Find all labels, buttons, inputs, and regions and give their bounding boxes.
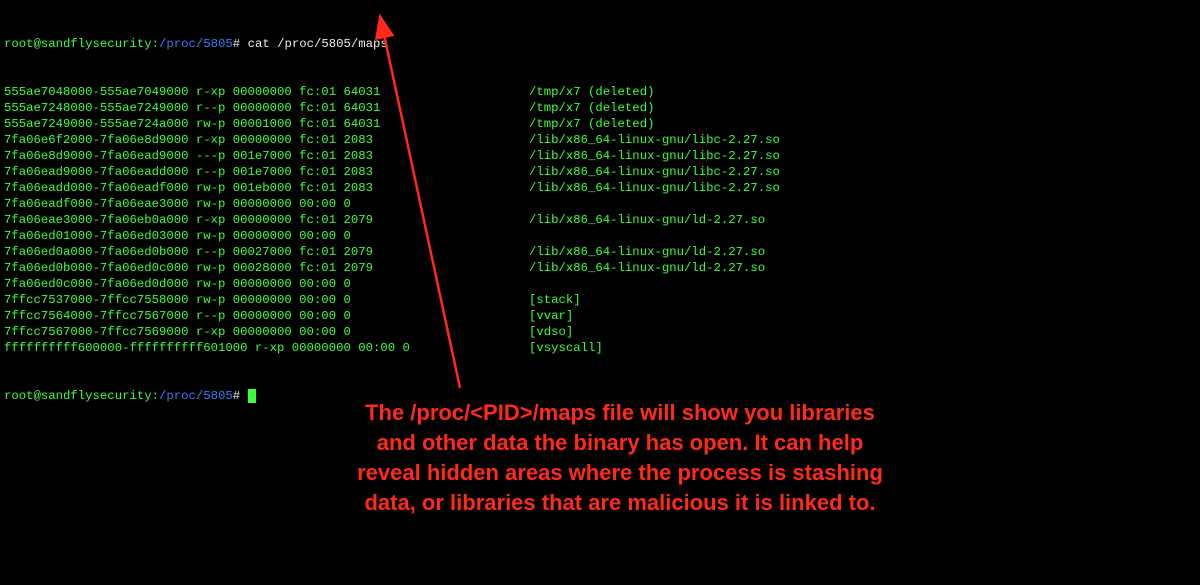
- maps-row-left: 7fa06ed01000-7fa06ed03000 rw-p 00000000 …: [4, 228, 529, 244]
- maps-row: 7fa06e8d9000-7fa06ead9000 ---p 001e7000 …: [4, 148, 1196, 164]
- maps-row-right: /lib/x86_64-linux-gnu/libc-2.27.so: [529, 165, 780, 179]
- maps-row-left: 7fa06eadd000-7fa06eadf000 rw-p 001eb000 …: [4, 180, 529, 196]
- maps-row: 7fa06ed0b000-7fa06ed0c000 rw-p 00028000 …: [4, 260, 1196, 276]
- maps-row-left: 7fa06ead9000-7fa06eadd000 r--p 001e7000 …: [4, 164, 529, 180]
- maps-row: 7ffcc7564000-7ffcc7567000 r--p 00000000 …: [4, 308, 1196, 324]
- maps-row-right: [vsyscall]: [529, 341, 603, 355]
- maps-row-left: 7fa06e6f2000-7fa06e8d9000 r-xp 00000000 …: [4, 132, 529, 148]
- prompt-line-1: root@sandflysecurity:/proc/5805# cat /pr…: [4, 36, 1196, 52]
- maps-row-left: 7fa06ed0b000-7fa06ed0c000 rw-p 00028000 …: [4, 260, 529, 276]
- prompt-path: /proc/5805: [159, 389, 233, 403]
- maps-row: 7fa06ed0a000-7fa06ed0b000 r--p 00027000 …: [4, 244, 1196, 260]
- maps-row-right: /lib/x86_64-linux-gnu/ld-2.27.so: [529, 261, 765, 275]
- maps-row-right: /tmp/x7 (deleted): [529, 117, 654, 131]
- maps-row: 7fa06ead9000-7fa06eadd000 r--p 001e7000 …: [4, 164, 1196, 180]
- maps-row: 7fa06e6f2000-7fa06e8d9000 r-xp 00000000 …: [4, 132, 1196, 148]
- maps-row-right: /tmp/x7 (deleted): [529, 101, 654, 115]
- prompt-user: root@sandflysecurity: [4, 389, 152, 403]
- annotation-text: The /proc/<PID>/maps file will show you …: [345, 398, 895, 518]
- maps-row: 7fa06eae3000-7fa06eb0a000 r-xp 00000000 …: [4, 212, 1196, 228]
- maps-row-left: 7ffcc7567000-7ffcc7569000 r-xp 00000000 …: [4, 324, 529, 340]
- maps-row-right: /lib/x86_64-linux-gnu/ld-2.27.so: [529, 213, 765, 227]
- maps-row: 7fa06eadd000-7fa06eadf000 rw-p 001eb000 …: [4, 180, 1196, 196]
- maps-row-right: [vvar]: [529, 309, 573, 323]
- maps-row-right: /lib/x86_64-linux-gnu/ld-2.27.so: [529, 245, 765, 259]
- prompt-sep: :: [152, 389, 159, 403]
- terminal-output: root@sandflysecurity:/proc/5805# cat /pr…: [0, 0, 1200, 420]
- maps-row-left: 7fa06eadf000-7fa06eae3000 rw-p 00000000 …: [4, 196, 529, 212]
- maps-row: ffffffffff600000-ffffffffff601000 r-xp 0…: [4, 340, 1196, 356]
- maps-row-right: /lib/x86_64-linux-gnu/libc-2.27.so: [529, 149, 780, 163]
- maps-row-left: 7fa06eae3000-7fa06eb0a000 r-xp 00000000 …: [4, 212, 529, 228]
- maps-row: 7ffcc7537000-7ffcc7558000 rw-p 00000000 …: [4, 292, 1196, 308]
- maps-row-right: [stack]: [529, 293, 581, 307]
- maps-row-left: 555ae7248000-555ae7249000 r--p 00000000 …: [4, 100, 529, 116]
- maps-row-right: /lib/x86_64-linux-gnu/libc-2.27.so: [529, 133, 780, 147]
- maps-row-left: 7fa06ed0a000-7fa06ed0b000 r--p 00027000 …: [4, 244, 529, 260]
- maps-row-left: 7fa06ed0c000-7fa06ed0d000 rw-p 00000000 …: [4, 276, 529, 292]
- maps-row-right: /lib/x86_64-linux-gnu/libc-2.27.so: [529, 181, 780, 195]
- maps-row: 7ffcc7567000-7ffcc7569000 r-xp 00000000 …: [4, 324, 1196, 340]
- maps-row-left: 555ae7048000-555ae7049000 r-xp 00000000 …: [4, 84, 529, 100]
- cursor: [248, 389, 256, 403]
- maps-row: 7fa06ed0c000-7fa06ed0d000 rw-p 00000000 …: [4, 276, 1196, 292]
- command-text: cat /proc/5805/maps: [248, 37, 388, 51]
- maps-row-left: ffffffffff600000-ffffffffff601000 r-xp 0…: [4, 340, 529, 356]
- maps-row-right: [vdso]: [529, 325, 573, 339]
- maps-row-right: /tmp/x7 (deleted): [529, 85, 654, 99]
- maps-row-left: 7fa06e8d9000-7fa06ead9000 ---p 001e7000 …: [4, 148, 529, 164]
- maps-row: 555ae7249000-555ae724a000 rw-p 00001000 …: [4, 116, 1196, 132]
- maps-row: 7fa06eadf000-7fa06eae3000 rw-p 00000000 …: [4, 196, 1196, 212]
- maps-row: 7fa06ed01000-7fa06ed03000 rw-p 00000000 …: [4, 228, 1196, 244]
- maps-row: 555ae7048000-555ae7049000 r-xp 00000000 …: [4, 84, 1196, 100]
- maps-row: 555ae7248000-555ae7249000 r--p 00000000 …: [4, 100, 1196, 116]
- maps-row-left: 7ffcc7537000-7ffcc7558000 rw-p 00000000 …: [4, 292, 529, 308]
- maps-row-left: 555ae7249000-555ae724a000 rw-p 00001000 …: [4, 116, 529, 132]
- prompt-path: /proc/5805: [159, 37, 233, 51]
- maps-row-left: 7ffcc7564000-7ffcc7567000 r--p 00000000 …: [4, 308, 529, 324]
- prompt-user: root@sandflysecurity: [4, 37, 152, 51]
- prompt-sep: :: [152, 37, 159, 51]
- maps-rows: 555ae7048000-555ae7049000 r-xp 00000000 …: [4, 84, 1196, 356]
